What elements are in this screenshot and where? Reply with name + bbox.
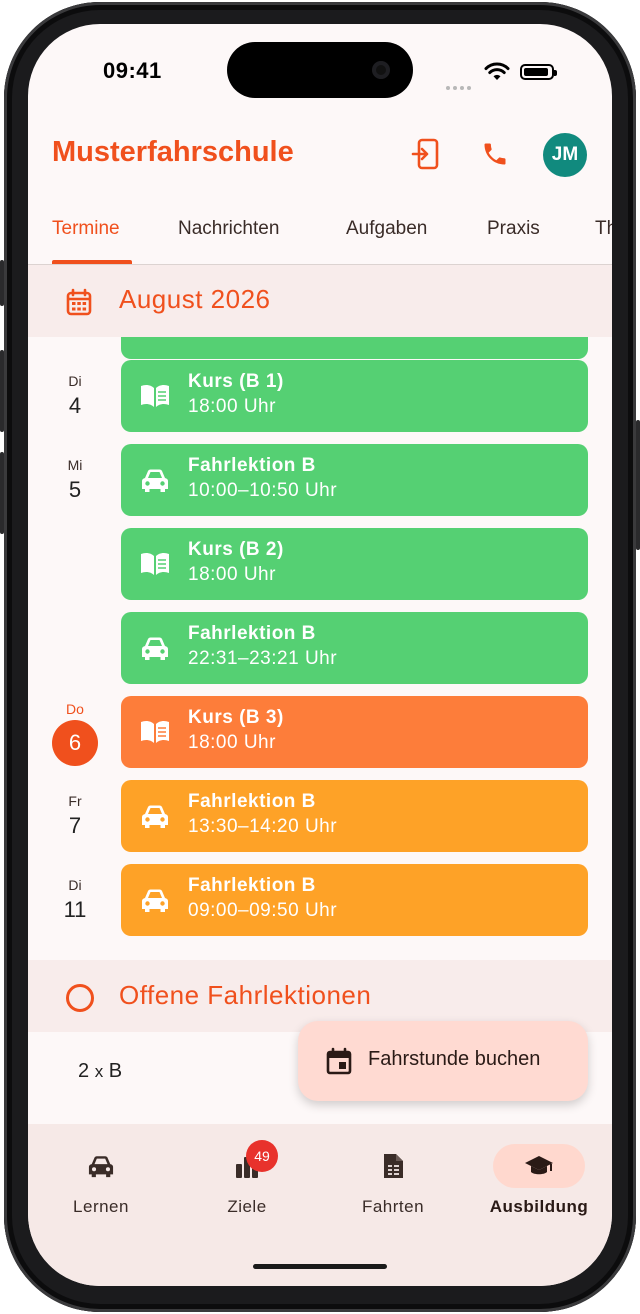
bottom-navigation: Lernen Ziele 49 Fahrten Ausbildung [28, 1124, 612, 1286]
car-icon [142, 637, 168, 660]
book-icon [141, 552, 169, 575]
notification-badge: 49 [246, 1140, 278, 1172]
tab-bar: Termine Nachrichten Aufgaben Praxis Th [28, 204, 612, 265]
day-weekday: Mi [67, 457, 83, 473]
document-icon [384, 1154, 403, 1178]
nav-label: Lernen [73, 1197, 129, 1216]
nav-label: Ausbildung [489, 1197, 589, 1216]
appointment-title: Fahrlektion B [188, 791, 316, 812]
book-icon [141, 720, 169, 743]
appointment-title: Fahrlektion B [188, 455, 316, 476]
wifi-icon [484, 62, 510, 80]
status-time: 09:41 [103, 58, 162, 83]
call-button[interactable] [475, 134, 515, 174]
tab-termine[interactable]: Termine [52, 218, 120, 240]
appointment-title: Kurs (B 2) [188, 539, 284, 560]
nav-ausbildung[interactable]: Ausbildung [466, 1124, 612, 1244]
day-weekday: Di [68, 373, 82, 389]
open-lessons-multiplier: x [94, 1062, 104, 1081]
appointment-time: 10:00–10:50 Uhr [188, 480, 338, 501]
month-header: August 2026 [28, 265, 612, 337]
day-date: 5 [68, 477, 82, 502]
appointment-card[interactable]: Kurs (B 1) 18:00 Uhr [121, 360, 588, 432]
open-lessons-category: B [108, 1060, 123, 1082]
appointment-time: 09:00–09:50 Uhr [188, 900, 338, 921]
day-date: 7 [68, 813, 82, 838]
avatar[interactable]: JM [543, 133, 587, 177]
open-lessons-count: 2 x B [78, 1060, 122, 1083]
appointment-time: 13:30–14:20 Uhr [188, 816, 338, 837]
today-date-badge: 6 [52, 720, 98, 766]
calendar-icon [66, 288, 92, 316]
appointment-card-partial[interactable] [121, 337, 588, 359]
tab-praxis[interactable]: Praxis [487, 218, 540, 240]
day-weekday-today: Do [66, 701, 84, 717]
appointment-time: 18:00 Uhr [188, 564, 276, 585]
car-icon [142, 469, 168, 492]
graduation-cap-icon [525, 1156, 553, 1175]
nav-label: Fahrten [361, 1197, 425, 1216]
nav-icon-container [493, 1144, 585, 1188]
day-weekday: Fr [68, 793, 82, 809]
day-weekday: Di [68, 877, 82, 893]
tab-aufgaben[interactable]: Aufgaben [346, 218, 427, 240]
nav-icon-container [55, 1144, 147, 1188]
appointment-card[interactable]: Fahrlektion B 09:00–09:50 Uhr [121, 864, 588, 936]
day-date: 11 [63, 897, 87, 922]
appointment-time: 18:00 Uhr [188, 732, 276, 753]
book-lesson-label: Fahrstunde buchen [368, 1048, 541, 1070]
power-button [636, 420, 640, 550]
circle-outline-icon [66, 984, 94, 1012]
appointment-card[interactable]: Fahrlektion B 22:31–23:21 Uhr [121, 612, 588, 684]
camera-icon [372, 61, 390, 79]
appointment-title: Kurs (B 1) [188, 371, 284, 392]
nav-ziele[interactable]: Ziele [174, 1124, 320, 1244]
nav-lernen[interactable]: Lernen [28, 1124, 174, 1244]
switch-account-button[interactable] [406, 134, 446, 174]
book-icon [141, 384, 169, 407]
appointment-list[interactable]: Di 4 Kurs (B 1) 18:00 Uhr Mi 5 Fahrlekti… [28, 337, 612, 959]
appointment-card[interactable]: Fahrlektion B 13:30–14:20 Uhr [121, 780, 588, 852]
appointment-title: Fahrlektion B [188, 875, 316, 896]
nav-fahrten[interactable]: Fahrten [320, 1124, 466, 1244]
tab-theorie[interactable]: Th [595, 218, 612, 240]
open-lessons-title: Offene Fahrlektionen [119, 980, 372, 1010]
month-title: August 2026 [119, 284, 271, 314]
car-icon [88, 1156, 114, 1178]
book-lesson-button[interactable]: Fahrstunde buchen [298, 1021, 588, 1101]
signal-icon [446, 77, 474, 90]
appointment-title: Kurs (B 3) [188, 707, 284, 728]
nav-icon-container [347, 1144, 439, 1188]
appointment-title: Fahrlektion B [188, 623, 316, 644]
car-icon [142, 805, 168, 828]
screen: 09:41 Musterfahrschule JM Termine Nachri… [28, 24, 612, 1286]
appointment-card[interactable]: Kurs (B 3) 18:00 Uhr [121, 696, 588, 768]
appointment-time: 18:00 Uhr [188, 396, 276, 417]
appointment-time: 22:31–23:21 Uhr [188, 648, 338, 669]
home-indicator [253, 1264, 387, 1269]
app-title: Musterfahrschule [52, 136, 294, 168]
login-device-icon [411, 138, 439, 170]
car-icon [142, 889, 168, 912]
tab-nachrichten[interactable]: Nachrichten [178, 218, 279, 240]
nav-label: Ziele [227, 1197, 267, 1216]
calendar-add-icon [326, 1047, 352, 1075]
appointment-card[interactable]: Kurs (B 2) 18:00 Uhr [121, 528, 588, 600]
tab-indicator [52, 260, 132, 264]
open-lessons-number: 2 [78, 1060, 90, 1082]
day-date: 4 [68, 393, 82, 418]
appointment-card[interactable]: Fahrlektion B 10:00–10:50 Uhr [121, 444, 588, 516]
battery-icon [520, 64, 557, 80]
phone-icon [484, 143, 506, 165]
